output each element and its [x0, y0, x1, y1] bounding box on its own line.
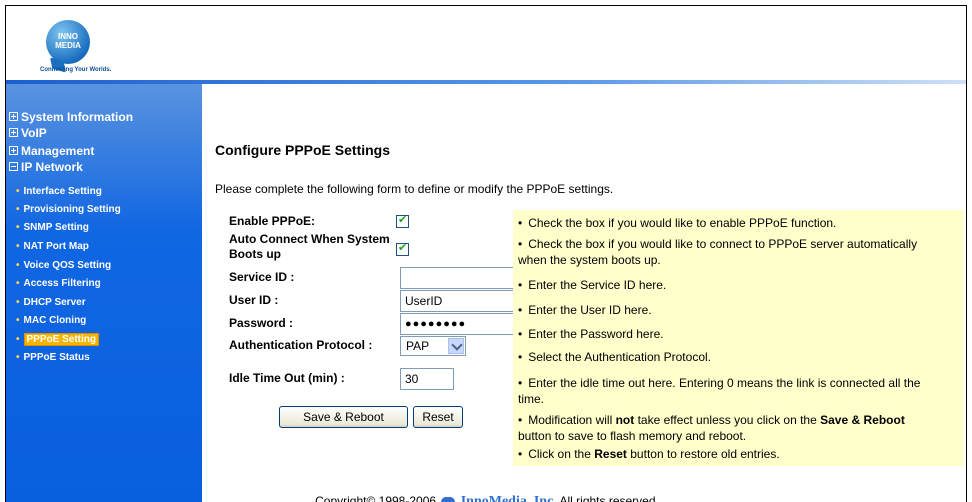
- service-id-input[interactable]: [400, 267, 516, 289]
- innomedia-mini-logo-icon: [441, 496, 456, 502]
- copyright-text: Copyright© 1998-2006: [315, 494, 437, 502]
- auth-protocol-value: PAP: [406, 339, 430, 353]
- nav-mac-cloning[interactable]: • MAC Cloning: [16, 314, 86, 328]
- user-id-input[interactable]: UserID: [400, 290, 516, 312]
- bullet-icon: •: [16, 315, 20, 326]
- innomedia-logo: INNO MEDIA Connecting Your Worlds.: [24, 20, 174, 78]
- footer-brand[interactable]: InnoMedia, Inc.: [461, 494, 557, 502]
- app-frame: INNO MEDIA Connecting Your Worlds. Syste…: [5, 5, 967, 502]
- nav-system-information[interactable]: System Information: [9, 110, 133, 124]
- help-panel: • Check the box if you would like to enab…: [513, 210, 964, 466]
- logo-text-1: INNO: [58, 32, 78, 41]
- auth-protocol-select[interactable]: PAP: [400, 336, 466, 356]
- help-enable: • Check the box if you would like to enab…: [518, 216, 837, 230]
- password-input[interactable]: ●●●●●●●●: [400, 313, 516, 335]
- nav-pppoe-status[interactable]: • PPPoE Status: [16, 351, 90, 365]
- sidebar-nav: System Information VoIP Management IP Ne…: [6, 84, 202, 502]
- enable-pppoe-label: Enable PPPoE:: [229, 214, 316, 228]
- help-password: • Enter the Password here.: [518, 327, 664, 341]
- help-auto-connect-1: • Check the box if you would like to conn…: [518, 237, 918, 251]
- idle-timeout-label: Idle Time Out (min) :: [229, 371, 345, 385]
- intro-text: Please complete the following form to de…: [215, 182, 614, 196]
- nav-ip-network[interactable]: IP Network: [9, 160, 83, 174]
- footer: Copyright© 1998-2006 InnoMedia, Inc. All…: [6, 494, 966, 502]
- enable-pppoe-checkbox[interactable]: [396, 213, 409, 228]
- bullet-icon: •: [16, 241, 20, 252]
- reset-button[interactable]: Reset: [413, 406, 463, 428]
- nav-pppoe-setting[interactable]: • PPPoE Setting: [16, 333, 99, 347]
- user-id-label: User ID :: [229, 293, 279, 307]
- chevron-down-icon[interactable]: [448, 338, 464, 354]
- nav-nat-port-map[interactable]: • NAT Port Map: [16, 240, 89, 254]
- auto-connect-label-1: Auto Connect When System: [229, 232, 390, 246]
- nav-voice-qos-setting[interactable]: • Voice QOS Setting: [16, 259, 111, 273]
- service-id-label: Service ID :: [229, 270, 295, 284]
- bullet-icon: •: [16, 278, 20, 289]
- help-idle-1: • Enter the idle time out here. Entering …: [518, 376, 921, 390]
- bullet-icon: •: [16, 204, 20, 215]
- help-auto-connect-2: when the system boots up.: [518, 253, 661, 267]
- expand-plus-icon: [9, 128, 18, 138]
- password-label: Password :: [229, 316, 294, 330]
- bullet-icon: •: [16, 222, 20, 233]
- bullet-icon: •: [16, 334, 20, 345]
- bullet-icon: •: [16, 186, 20, 197]
- nav-dhcp-server[interactable]: • DHCP Server: [16, 296, 86, 310]
- help-modification-1: • Modification will not take effect unles…: [518, 413, 905, 427]
- nav-interface-setting[interactable]: • Interface Setting: [16, 185, 102, 199]
- page-title: Configure PPPoE Settings: [215, 142, 391, 158]
- help-modification-2: button to save to flash memory and reboo…: [518, 429, 747, 443]
- help-idle-2: time.: [518, 392, 545, 406]
- help-service-id: • Enter the Service ID here.: [518, 278, 667, 292]
- bullet-icon: •: [16, 352, 20, 363]
- auth-protocol-label: Authentication Protocol :: [229, 338, 373, 352]
- logo-text-2: MEDIA: [55, 41, 81, 50]
- auto-connect-checkbox[interactable]: [396, 241, 409, 256]
- nav-access-filtering[interactable]: • Access Filtering: [16, 277, 101, 291]
- idle-timeout-input[interactable]: 30: [400, 368, 454, 390]
- help-auth: • Select the Authentication Protocol.: [518, 350, 711, 364]
- nav-provisioning-setting[interactable]: • Provisioning Setting: [16, 203, 121, 217]
- help-reset: • Click on the Reset button to restore ol…: [518, 447, 780, 461]
- expand-plus-icon: [9, 112, 18, 122]
- rights-text: All rights reserved.: [559, 494, 659, 502]
- help-user-id: • Enter the User ID here.: [518, 303, 652, 317]
- logo-tagline: Connecting Your Worlds.: [40, 67, 112, 73]
- nav-management[interactable]: Management: [9, 144, 94, 158]
- save-reboot-button[interactable]: Save & Reboot: [279, 406, 408, 428]
- collapse-minus-icon: [9, 162, 18, 172]
- bullet-icon: •: [16, 260, 20, 271]
- expand-plus-icon: [9, 146, 18, 156]
- nav-voip[interactable]: VoIP: [9, 126, 47, 140]
- header: INNO MEDIA Connecting Your Worlds.: [6, 6, 966, 81]
- auto-connect-label-2: Boots up: [229, 247, 281, 261]
- nav-snmp-setting[interactable]: • SNMP Setting: [16, 221, 89, 235]
- bullet-icon: •: [16, 297, 20, 308]
